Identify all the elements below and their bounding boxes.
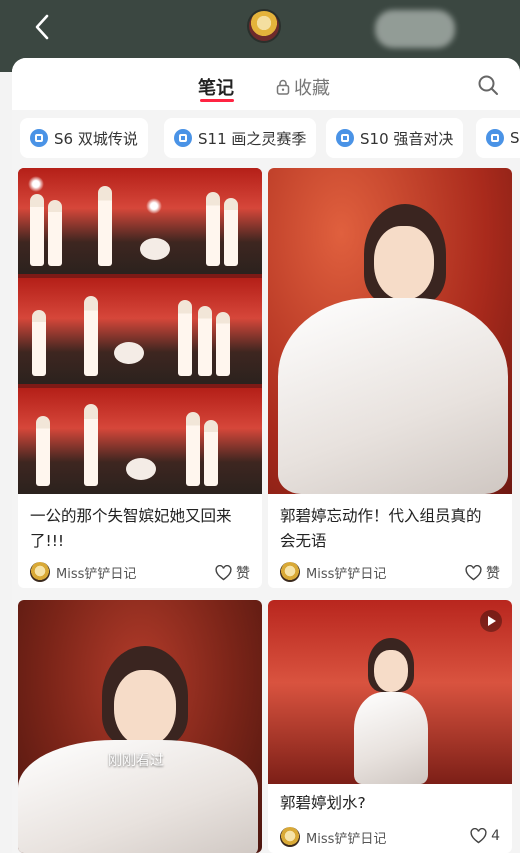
recently-viewed-label: 刚刚看过 — [108, 753, 164, 769]
chip-label: S11 画之灵赛季 — [198, 129, 307, 148]
tab-notes[interactable]: 笔记 — [198, 74, 234, 100]
active-tab-indicator — [200, 99, 234, 102]
note-cover-image — [18, 168, 262, 494]
chip-label: S — [510, 129, 520, 147]
collection-chips: S6 双城传说 S11 画之灵赛季 S10 强音对决 S — [12, 118, 520, 162]
note-cover-image: 刚刚看过 — [18, 600, 262, 853]
chip-s11[interactable]: S11 画之灵赛季 — [164, 118, 317, 158]
collection-icon — [336, 129, 354, 147]
like-button[interactable]: 赞 — [215, 563, 250, 583]
heart-icon — [215, 565, 232, 581]
chip-s10[interactable]: S10 强音对决 — [326, 118, 464, 158]
video-icon — [480, 610, 502, 632]
author-name: Miss铲铲日记 — [56, 566, 137, 582]
like-count: 赞 — [236, 566, 250, 582]
chevron-left-icon[interactable] — [30, 12, 54, 42]
collection-icon — [486, 129, 504, 147]
note-author[interactable]: Miss铲铲日记 — [280, 562, 386, 582]
content-sheet: 笔记 收藏 S6 双城传说 S11 画之灵赛季 S10 强音对决 S 一公的那个… — [12, 58, 520, 853]
tab-favorites-label: 收藏 — [294, 78, 330, 99]
note-cover-image — [268, 168, 512, 494]
chip-more[interactable]: S — [476, 118, 520, 158]
tab-favorites[interactable]: 收藏 — [276, 74, 330, 100]
note-title: 一公的那个失智嫔妃她又回来 了!!! — [30, 507, 232, 550]
like-count: 赞 — [486, 566, 500, 582]
note-card[interactable]: 郭碧婷划水? Miss铲铲日记 4 — [268, 600, 512, 853]
chip-label: S10 强音对决 — [360, 129, 454, 148]
note-title: 郭碧婷忘动作！代入组员真的 会无语 — [280, 507, 482, 550]
search-icon[interactable] — [477, 74, 499, 96]
like-button[interactable]: 4 — [470, 828, 500, 844]
heart-icon — [465, 565, 482, 581]
author-name: Miss铲铲日记 — [306, 831, 387, 847]
note-card[interactable]: 刚刚看过 — [18, 600, 262, 853]
avatar — [280, 562, 300, 582]
note-cover-image — [268, 600, 512, 784]
author-name: Miss铲铲日记 — [306, 566, 387, 582]
note-author[interactable]: Miss铲铲日记 — [280, 827, 386, 847]
like-button[interactable]: 赞 — [465, 563, 500, 583]
collection-icon — [174, 129, 192, 147]
note-card[interactable]: 一公的那个失智嫔妃她又回来 了!!! Miss铲铲日记 赞 — [18, 168, 262, 588]
tab-bar: 笔记 收藏 — [12, 58, 520, 110]
note-title: 郭碧婷划水? — [280, 794, 366, 812]
heart-icon — [470, 828, 487, 844]
chip-label: S6 双城传说 — [54, 129, 138, 148]
avatar — [280, 827, 300, 847]
avatar[interactable] — [247, 9, 281, 43]
note-author[interactable]: Miss铲铲日记 — [30, 562, 136, 582]
note-card[interactable]: 郭碧婷忘动作！代入组员真的 会无语 Miss铲铲日记 赞 — [268, 168, 512, 588]
like-count: 4 — [491, 828, 500, 844]
avatar — [30, 562, 50, 582]
collection-icon — [30, 129, 48, 147]
blurred-name — [375, 10, 455, 48]
chip-s6[interactable]: S6 双城传说 — [20, 118, 148, 158]
lock-icon — [276, 79, 290, 95]
